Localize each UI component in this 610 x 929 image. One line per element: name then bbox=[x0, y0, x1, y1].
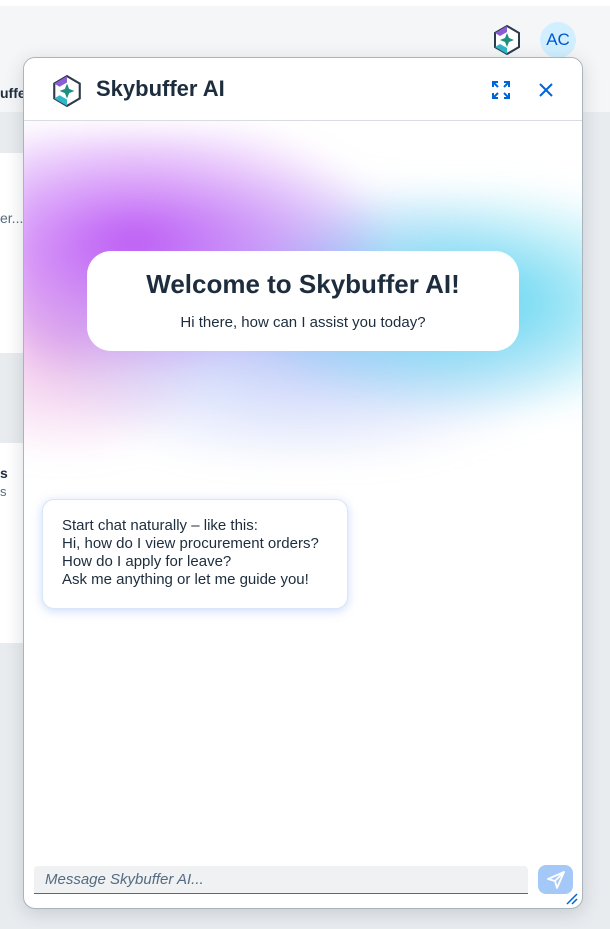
bot-message-line: How do I apply for leave? bbox=[62, 553, 232, 570]
chat-body: Welcome to Skybuffer AI! Hi there, how c… bbox=[24, 121, 582, 856]
close-button[interactable] bbox=[533, 77, 559, 103]
bot-message: Start chat naturally – like this: Hi, ho… bbox=[42, 499, 348, 609]
expand-icon bbox=[492, 81, 510, 99]
send-button[interactable] bbox=[538, 865, 573, 894]
expand-button[interactable] bbox=[488, 77, 514, 103]
bot-message-line: Start chat naturally – like this: bbox=[62, 517, 258, 534]
message-input[interactable] bbox=[34, 866, 528, 894]
welcome-card: Welcome to Skybuffer AI! Hi there, how c… bbox=[87, 251, 519, 351]
background-text: s bbox=[0, 465, 8, 481]
skybuffer-sparkle-icon bbox=[53, 74, 81, 108]
bot-message-line: Ask me anything or let me guide you! bbox=[62, 571, 309, 588]
background-page-title: uffe bbox=[0, 85, 26, 101]
chat-title: Skybuffer AI bbox=[96, 76, 225, 101]
chat-header: Skybuffer AI bbox=[24, 58, 582, 121]
welcome-title: Welcome to Skybuffer AI! bbox=[146, 269, 460, 299]
resize-handle-icon[interactable] bbox=[564, 891, 578, 905]
chat-panel: Skybuffer AI Welcome to Skybuffer AI! Hi… bbox=[23, 57, 583, 909]
send-icon bbox=[546, 870, 565, 889]
close-icon bbox=[539, 83, 553, 97]
skybuffer-sparkle-icon[interactable] bbox=[491, 24, 523, 56]
background-text: s bbox=[0, 484, 7, 499]
welcome-subtitle: Hi there, how can I assist you today? bbox=[180, 314, 426, 331]
bot-message-line: Hi, how do I view procurement orders? bbox=[62, 535, 319, 552]
avatar[interactable]: AC bbox=[540, 22, 576, 58]
background-text: er... bbox=[0, 210, 24, 226]
chat-footer bbox=[24, 856, 582, 908]
